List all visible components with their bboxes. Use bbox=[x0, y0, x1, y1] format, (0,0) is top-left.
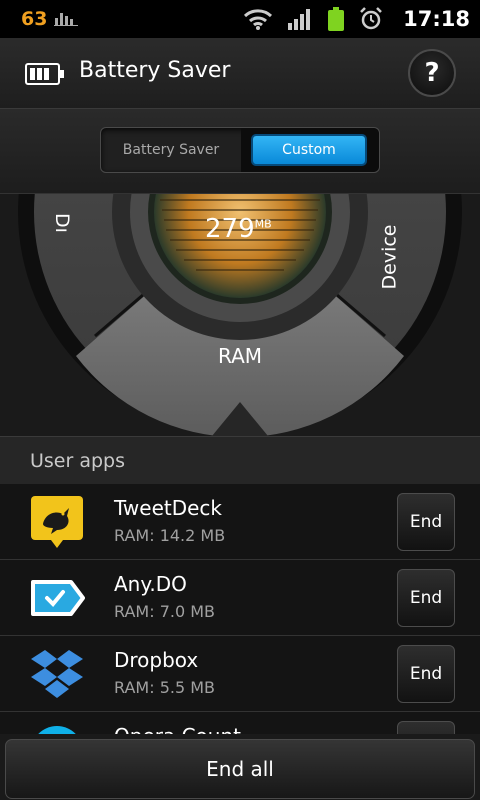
status-bar: 63 17:18 bbox=[0, 0, 480, 38]
end-button[interactable]: End bbox=[397, 493, 455, 551]
stats-icon bbox=[54, 13, 78, 26]
tweetdeck-icon bbox=[31, 496, 83, 548]
app-name: TweetDeck bbox=[114, 496, 222, 520]
list-item[interactable]: Opera Count End bbox=[0, 712, 480, 734]
app-ram: RAM: 5.5 MB bbox=[114, 678, 216, 697]
notification-count: 63 bbox=[21, 8, 48, 30]
alarm-icon bbox=[360, 7, 383, 30]
app-header: Battery Saver ? bbox=[0, 38, 480, 109]
app-icon-partial bbox=[38, 726, 76, 734]
ram-value: 279 bbox=[205, 214, 255, 244]
user-apps-list: TweetDeck RAM: 14.2 MB End Any.DO RAM: 7… bbox=[0, 484, 480, 734]
anydo-icon bbox=[31, 580, 85, 616]
battery-app-icon bbox=[25, 63, 64, 85]
battery-saver-option[interactable]: Battery Saver bbox=[101, 128, 241, 172]
ram-unit: MB bbox=[254, 217, 272, 231]
left-segment-label[interactable]: Dı bbox=[51, 213, 73, 233]
help-button[interactable]: ? bbox=[408, 49, 456, 97]
app-name: Dropbox bbox=[114, 648, 199, 672]
end-button[interactable]: End bbox=[397, 721, 455, 734]
signal-icon bbox=[288, 9, 311, 30]
device-segment-label[interactable]: Device bbox=[378, 225, 400, 290]
app-ram: RAM: 14.2 MB bbox=[114, 526, 226, 545]
user-apps-header: User apps bbox=[0, 436, 480, 485]
page-title: Battery Saver bbox=[79, 58, 231, 83]
footer-bar: End all bbox=[0, 734, 480, 800]
app-ram: RAM: 7.0 MB bbox=[114, 602, 216, 621]
ram-segment-label[interactable]: RAM bbox=[0, 344, 480, 368]
dropbox-icon bbox=[31, 650, 83, 698]
end-button[interactable]: End bbox=[397, 645, 455, 703]
list-item[interactable]: TweetDeck RAM: 14.2 MB End bbox=[0, 484, 480, 560]
custom-option[interactable]: Custom bbox=[241, 128, 379, 172]
mode-toggle-area: Battery Saver Custom bbox=[0, 109, 480, 194]
end-all-button[interactable]: End all bbox=[5, 739, 475, 799]
app-name: Opera Count bbox=[114, 724, 241, 734]
user-apps-title: User apps bbox=[30, 450, 126, 472]
ram-total: 279MB bbox=[205, 214, 272, 244]
end-button[interactable]: End bbox=[397, 569, 455, 627]
wifi-icon bbox=[244, 9, 273, 30]
mode-toggle: Battery Saver Custom bbox=[100, 127, 380, 173]
app-name: Any.DO bbox=[114, 572, 187, 596]
list-item[interactable]: Dropbox RAM: 5.5 MB End bbox=[0, 636, 480, 712]
ram-dial: 279MB RAM Device Dı bbox=[0, 194, 480, 436]
battery-icon bbox=[328, 7, 345, 31]
clock: 17:18 bbox=[403, 7, 470, 31]
custom-option-label: Custom bbox=[253, 136, 365, 164]
list-item[interactable]: Any.DO RAM: 7.0 MB End bbox=[0, 560, 480, 636]
